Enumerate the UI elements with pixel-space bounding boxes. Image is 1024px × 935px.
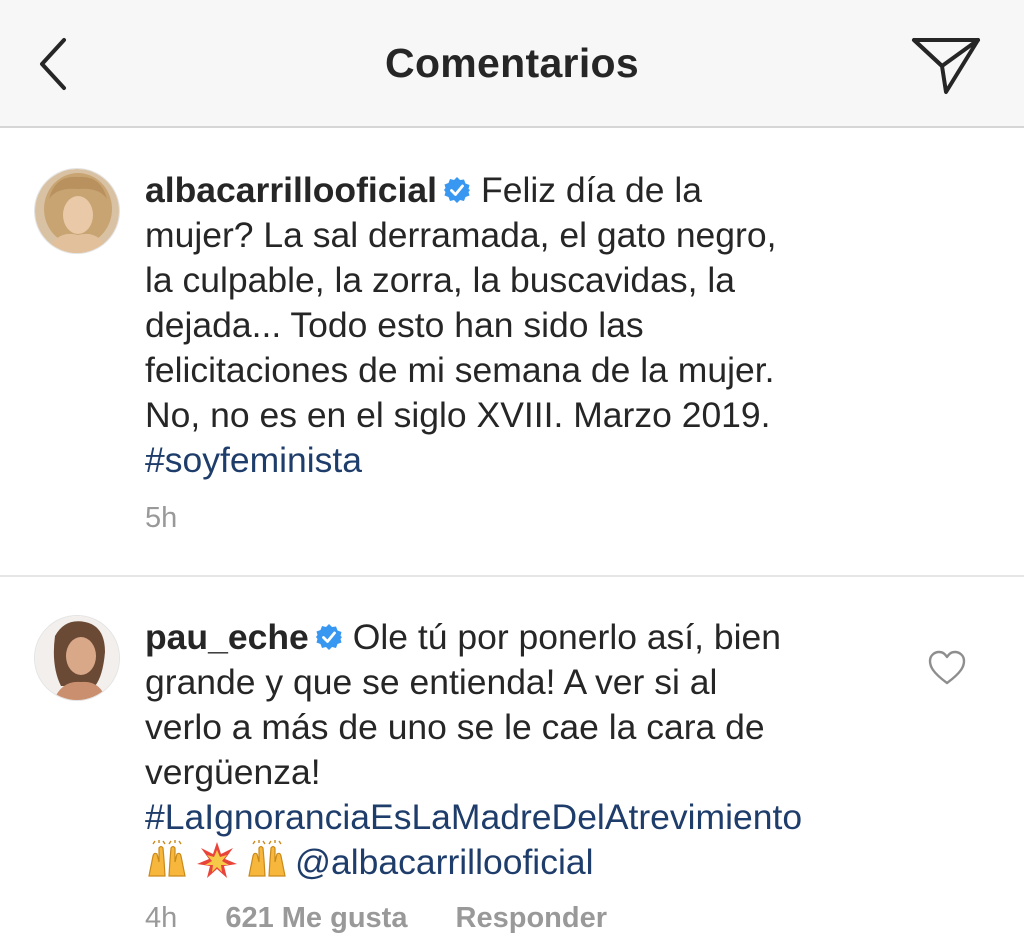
avatar[interactable] (34, 615, 120, 701)
comment-body: albacarrillooficial Feliz día de la mujer… (145, 168, 776, 483)
mention-link[interactable]: @albacarrillooficial (295, 842, 593, 882)
comment-text-line: vergüenza! (145, 752, 321, 792)
top-navigation-bar: Comentarios (0, 0, 1024, 128)
collision-emoji (197, 842, 237, 878)
comment-text-line: felicitaciones de mi semana de la mujer. (145, 350, 775, 390)
comment-text-line: grande y que se entienda! A ver si al (145, 662, 718, 702)
raising-hands-emoji (248, 840, 286, 877)
comment-text-line: Ole tú por ponerlo así, bien (352, 617, 782, 657)
comment-body: pau_eche Ole tú por ponerlo así, bien gra… (145, 615, 905, 885)
verified-badge-icon (444, 177, 471, 203)
comment-timestamp: 4h (145, 902, 178, 934)
reply-button[interactable]: Responder (456, 902, 607, 934)
avatar[interactable] (34, 168, 120, 254)
like-button[interactable] (928, 650, 966, 686)
direct-share-button[interactable] (908, 32, 986, 98)
direct-send-icon (912, 38, 980, 94)
comment-text-line: la culpable, la zorra, la buscavidas, la (145, 260, 736, 300)
comment-text-line: No, no es en el siglo XVIII. Marzo 2019. (145, 395, 771, 435)
raising-hands-emoji (148, 840, 186, 877)
hashtag-link[interactable]: #LaIgnoranciaEsLaMadreDelAtrevimiento (145, 797, 802, 837)
likes-count-link[interactable]: 621 Me gusta (225, 902, 407, 934)
divider (0, 575, 1024, 577)
comment-meta: 4h 621 Me gusta Responder (145, 902, 647, 935)
heart-outline-icon (928, 650, 966, 685)
page-title: Comentarios (385, 40, 639, 86)
comment-username[interactable]: albacarrillooficial (145, 170, 437, 210)
comment-meta: 5h (145, 502, 217, 535)
comment-text-line: dejada... Todo esto han sido las (145, 305, 644, 345)
comment-timestamp: 5h (145, 502, 178, 534)
hashtag-link[interactable]: #soyfeminista (145, 440, 362, 480)
comment-text-line: mujer? La sal derramada, el gato negro, (145, 215, 777, 255)
comment-username[interactable]: pau_eche (145, 617, 309, 657)
comment-text-line: Feliz día de la (481, 170, 703, 210)
comment-text-line: verlo a más de uno se le cae la cara de (145, 707, 765, 747)
verified-badge-icon (315, 624, 342, 650)
